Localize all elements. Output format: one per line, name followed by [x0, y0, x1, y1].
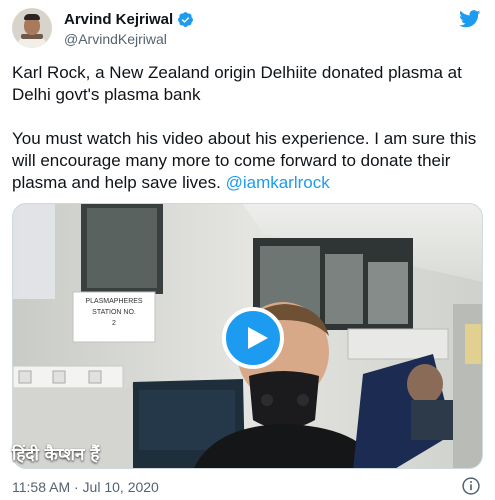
info-icon[interactable]: [461, 476, 481, 496]
author-display-name-row[interactable]: Arvind Kejriwal: [64, 10, 194, 29]
author-names: Arvind Kejriwal @ArvindKejriwal: [64, 10, 194, 49]
video-player[interactable]: PLASMAPHERES STATION NO. 2: [12, 203, 483, 469]
sign-line-2: STATION NO.: [92, 309, 136, 316]
play-button[interactable]: [222, 307, 284, 369]
avatar[interactable]: [12, 8, 52, 48]
tweet-header: Arvind Kejriwal @ArvindKejriwal: [12, 8, 483, 52]
tweet-paragraph-1: Karl Rock, a New Zealand origin Delhiite…: [12, 63, 462, 104]
author-handle[interactable]: @ArvindKejriwal: [64, 30, 194, 49]
tweet-body: Karl Rock, a New Zealand origin Delhiite…: [12, 62, 483, 194]
twitter-bird-icon[interactable]: [459, 10, 481, 28]
play-icon: [248, 327, 268, 349]
verified-badge-icon: [178, 12, 194, 27]
sign-line-3: 2: [112, 320, 116, 327]
mention-link[interactable]: @iamkarlrock: [226, 173, 330, 192]
sign-line-1: PLASMAPHERES: [85, 298, 143, 305]
tweet-timestamp[interactable]: 11:58 AM · Jul 10, 2020: [12, 478, 159, 496]
video-caption: हिंदी कैप्शन हैं: [12, 445, 100, 465]
avatar-hair: [24, 14, 40, 20]
plasmapheresis-sign: PLASMAPHERES STATION NO. 2: [72, 291, 156, 343]
author-display-name[interactable]: Arvind Kejriwal: [64, 10, 173, 29]
tweet-paragraph-2: You must watch his video about his exper…: [12, 128, 483, 194]
